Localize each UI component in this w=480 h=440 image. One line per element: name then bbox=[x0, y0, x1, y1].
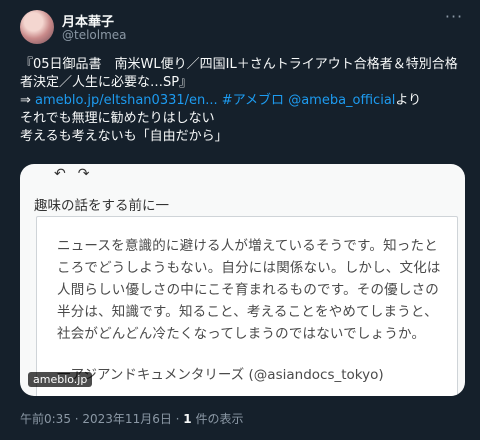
yori-text: より bbox=[395, 93, 422, 108]
tweet-meta: 午前0:35 · 2023年11月6日 · 1 件の表示 bbox=[20, 410, 243, 427]
timestamp[interactable]: 午前0:35 · 2023年11月6日 · bbox=[20, 412, 183, 426]
tweet-line: 者決定／人生に必要な…SP』 bbox=[20, 75, 193, 90]
tweet-text: 『05日御品書 南米WL便り／四国IL＋さんトライアウト合格者＆特別合格 者決定… bbox=[20, 56, 470, 146]
article-link[interactable]: ameblo.jp/eltshan0331/en... bbox=[35, 93, 218, 108]
view-count: 1 bbox=[183, 412, 192, 426]
more-options-icon[interactable]: ··· bbox=[442, 9, 466, 28]
arrow-text: ⇒ bbox=[20, 93, 36, 108]
arrow-icons: ↶↷ bbox=[54, 166, 102, 182]
card-title: 趣味の話をする前に一 bbox=[34, 198, 169, 214]
tweet-line: 考えるも考えないも「自由だから」 bbox=[20, 129, 228, 144]
hashtag-link[interactable]: #アメブロ bbox=[222, 93, 284, 108]
tweet-link-line: ⇒ ameblo.jp/eltshan0331/en... #アメブロ @ame… bbox=[20, 92, 470, 110]
quote-credit: 一アジアンドキュメンタリーズ (@asiandocs_tokyo) bbox=[57, 367, 384, 383]
domain-badge: ameblo.jp bbox=[28, 372, 93, 387]
link-preview-card[interactable]: ↶↷ 趣味の話をする前に一 ニュースを意識的に避ける人が増えているそうです。知っ… bbox=[20, 164, 465, 396]
quote-text: ニュースを意識的に避ける人が増えているそうです。知ったところでどうしようもない。… bbox=[57, 238, 441, 342]
mention-link[interactable]: @ameba_official bbox=[288, 93, 395, 108]
quote-box: ニュースを意識的に避ける人が増えているそうです。知ったところでどうしようもない。… bbox=[36, 216, 458, 396]
user-handle[interactable]: @telolmea bbox=[62, 28, 127, 42]
tweet-line: それでも無理に勧めたりはしない bbox=[20, 111, 215, 126]
avatar[interactable] bbox=[20, 10, 54, 44]
view-label: 件の表示 bbox=[191, 412, 244, 426]
tweet-line: 『05日御品書 南米WL便り／四国IL＋さんトライアウト合格者＆特別合格 bbox=[20, 57, 458, 72]
